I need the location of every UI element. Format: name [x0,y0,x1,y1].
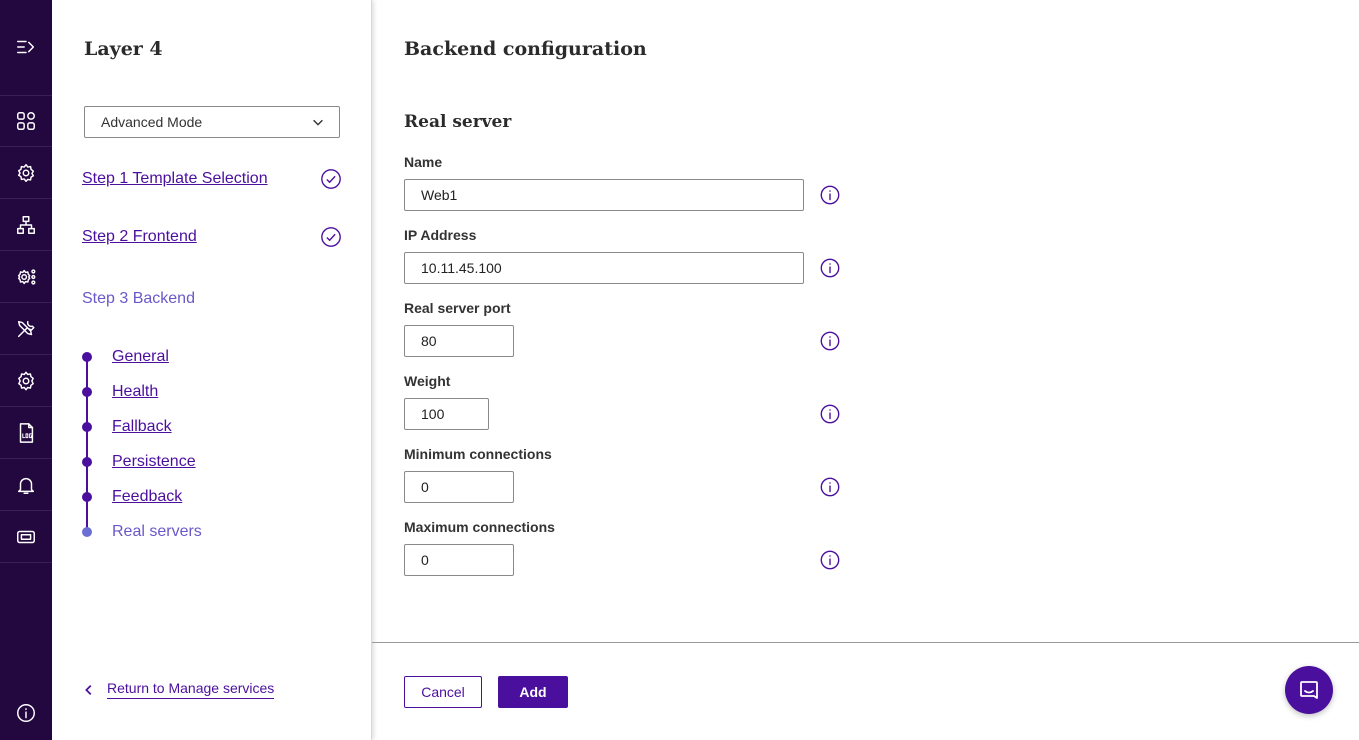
info-icon[interactable] [819,403,841,425]
add-button[interactable]: Add [498,676,568,708]
page-title: Backend configuration [404,38,647,60]
sub-step-link[interactable]: General [112,348,169,366]
section-title: Real server [404,112,512,132]
max-connections-label: Maximum connections [404,519,555,535]
rail-cluster-settings-button[interactable] [0,252,52,303]
sub-step-current: Real servers [112,523,202,540]
rail-services-button[interactable] [0,148,52,199]
min-connections-input[interactable] [404,471,514,503]
weight-input[interactable] [404,398,489,430]
chat-icon [1297,678,1321,702]
mode-select-value: Advanced Mode [101,114,203,130]
ip-address-label: IP Address [404,227,477,243]
check-circle-icon [320,226,342,248]
sub-step-link[interactable]: Persistence [112,453,196,471]
chat-launcher-button[interactable] [1285,666,1333,714]
gear-icon [15,370,37,392]
sub-step-real-servers: Real servers [82,522,202,542]
mode-select[interactable]: Advanced Mode [84,106,340,138]
info-icon[interactable] [819,476,841,498]
name-input[interactable] [404,179,804,211]
sub-step-link[interactable]: Feedback [112,488,182,506]
sub-step-general: General [82,347,169,367]
rail-dashboard-button[interactable] [0,96,52,147]
info-icon[interactable] [819,184,841,206]
info-icon[interactable] [819,549,841,571]
network-icon [15,214,37,236]
max-connections-input[interactable] [404,544,514,576]
bell-icon [15,474,37,496]
panel-title: Layer 4 [84,38,163,60]
rail-notifications-button[interactable] [0,460,52,511]
main-content: Backend configuration Real server Name I… [372,0,1359,740]
return-link-label: Return to Manage services [107,680,275,699]
timeline-dot [82,457,92,467]
timeline-dot [82,527,92,537]
sub-step-fallback: Fallback [82,417,172,437]
sub-step-link[interactable]: Fallback [112,418,172,436]
info-icon [15,702,37,724]
port-label: Real server port [404,300,511,316]
name-label: Name [404,154,443,170]
timeline-dot [82,492,92,502]
step-2-link[interactable]: Step 2 Frontend [82,228,197,246]
sub-step-feedback: Feedback [82,487,182,507]
info-icon[interactable] [819,257,841,279]
sub-step-link[interactable]: Health [112,383,158,401]
wizard-panel: Layer 4 Advanced Mode Step 1 Template Se… [52,0,372,740]
icon-rail [0,0,52,740]
tools-icon [15,318,37,340]
timeline-dot [82,422,92,432]
check-circle-icon [320,168,342,190]
port-input[interactable] [404,325,514,357]
rail-logs-button[interactable] [0,408,52,459]
rail-settings-button[interactable] [0,356,52,407]
chevron-down-icon [311,115,325,129]
sub-step-persistence: Persistence [82,452,196,472]
footer-divider [372,642,1359,643]
return-link[interactable]: Return to Manage services [82,680,275,699]
chevron-left-icon [85,684,92,695]
cancel-button[interactable]: Cancel [404,676,482,708]
rail-tools-button[interactable] [0,304,52,355]
timeline-dot [82,352,92,362]
timeline-dot [82,387,92,397]
menu-expand-icon [15,36,37,58]
settings-cluster-icon [15,266,37,288]
ticket-icon [15,526,37,548]
dashboard-icon [15,110,37,132]
services-icon [15,162,37,184]
step-1-link[interactable]: Step 1 Template Selection [82,170,268,188]
ip-address-input[interactable] [404,252,804,284]
info-icon[interactable] [819,330,841,352]
step-3-current: Step 3 Backend [82,290,195,307]
menu-expand-button[interactable] [0,0,52,96]
rail-network-button[interactable] [0,200,52,251]
rail-support-button[interactable] [0,512,52,563]
sub-step-health: Health [82,382,158,402]
log-file-icon [15,422,37,444]
min-connections-label: Minimum connections [404,446,552,462]
rail-about-button[interactable] [0,690,52,736]
weight-label: Weight [404,373,451,389]
